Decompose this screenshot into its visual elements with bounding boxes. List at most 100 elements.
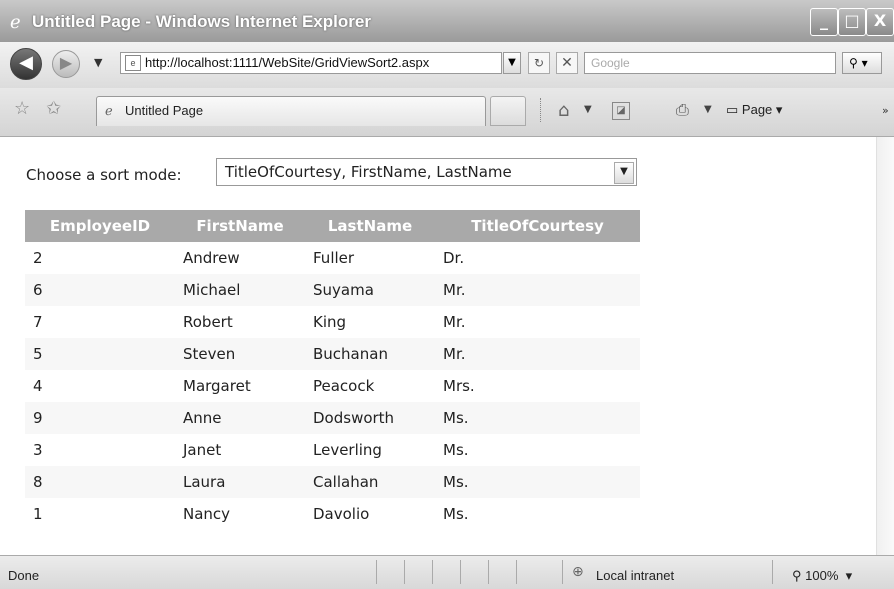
cell-titleofcourtesy: Ms. [443,505,469,523]
toolbar-overflow-icon[interactable]: » [882,104,889,117]
cell-titleofcourtesy: Ms. [435,466,640,498]
home-icon[interactable]: ⌂ [558,100,569,121]
page-menu[interactable]: ▭ Page ▾ [726,102,782,118]
chevron-down-icon[interactable]: ▼ [614,162,634,184]
zoom-icon: ⚲ [792,568,802,583]
cell-firstname: Anne [175,402,305,434]
tab-label: Untitled Page [125,103,204,118]
cell-employeeid: 5 [25,338,175,370]
refresh-button[interactable]: ↻ [528,52,550,74]
page-icon: e [125,55,141,71]
cell-titleofcourtesy: Dr. [443,249,465,267]
sort-mode-select[interactable]: TitleOfCourtesy, FirstName, LastName ▼ [216,158,637,186]
status-divider [488,560,489,584]
column-header-lastname[interactable]: LastName [305,210,435,242]
new-tab-button[interactable] [490,96,526,126]
status-divider [404,560,405,584]
table-row: 3 Janet Leverling Ms. [25,434,640,466]
forward-button[interactable]: ▶ [52,50,80,78]
column-header-titleofcourtesy[interactable]: TitleOfCourtesy [435,210,640,242]
status-text: Done [8,568,40,583]
status-divider [376,560,377,584]
cell-titleofcourtesy: Mr. [435,274,640,306]
cell-lastname: Leverling [313,441,382,459]
cell-firstname: Nancy [183,505,231,523]
cell-titleofcourtesy: Mr. [435,338,640,370]
intranet-zone-icon: ⊕ [572,564,584,580]
table-row: 9 Anne Dodsworth Ms. [25,402,640,434]
cell-firstname: Michael [175,274,305,306]
cell-firstname: Janet [183,441,222,459]
cell-employeeid: 6 [25,274,175,306]
column-header-employeeid[interactable]: EmployeeID [25,210,175,242]
cell-firstname: Steven [175,338,305,370]
cell-lastname: Davolio [313,505,370,523]
search-icon: ⚲ [849,56,858,70]
cell-firstname: Robert [183,313,233,331]
feeds-icon[interactable]: ◪ [612,102,630,120]
title-bar: ℯ Untitled Page - Windows Internet Explo… [0,0,894,42]
ie-page-icon: ℯ [105,103,113,118]
cell-employeeid: 1 [33,505,43,523]
toolbar-separator [540,98,543,122]
cell-lastname: Fuller [313,249,355,267]
sort-mode-label: Choose a sort mode: [26,166,182,184]
cell-employeeid: 3 [33,441,43,459]
sort-mode-value: TitleOfCourtesy, FirstName, LastName [225,163,512,181]
add-favorites-icon[interactable]: ✩ [46,98,61,119]
search-input[interactable]: Google [584,52,836,74]
table-row: 1 Nancy Davolio Ms. [25,498,640,530]
cell-lastname: Buchanan [305,338,435,370]
favorites-star-icon[interactable]: ☆ [14,98,30,119]
window-title: Untitled Page - Windows Internet Explore… [32,12,371,31]
minimize-button[interactable]: _ [810,8,838,36]
maximize-button[interactable]: □ [838,8,866,36]
print-icon[interactable]: ⎙ [676,100,689,120]
table-row: 5 Steven Buchanan Mr. [25,338,640,370]
cell-firstname: Andrew [183,249,240,267]
cell-lastname: Peacock [313,377,375,395]
status-bar [0,555,894,589]
search-button[interactable]: ⚲ ▾ [842,52,882,74]
cell-titleofcourtesy: Mr. [443,313,466,331]
cell-titleofcourtesy: Ms. [435,402,640,434]
cell-employeeid: 4 [33,377,43,395]
status-divider [460,560,461,584]
page-icon: ▭ [726,102,739,117]
back-button[interactable]: ◀ [10,48,42,80]
grid-header-row: EmployeeID FirstName LastName TitleOfCou… [25,210,640,242]
ie-logo-icon: ℯ [10,12,21,33]
cell-titleofcourtesy: Ms. [443,441,469,459]
cell-lastname: Suyama [305,274,435,306]
table-row: 7 Robert King Mr. [25,306,640,338]
tab-untitled-page[interactable]: ℯ Untitled Page [96,96,486,126]
recent-pages-dropdown[interactable]: ▼ [94,56,102,69]
status-divider [432,560,433,584]
page-menu-label: Page [741,102,773,117]
table-row: 4 Margaret Peacock Mrs. [25,370,640,402]
zoom-level: 100% [805,568,839,583]
print-dropdown[interactable]: ▼ [704,104,712,115]
stop-button[interactable]: ✕ [556,52,578,74]
table-row: 2 Andrew Fuller Dr. [25,242,640,274]
address-url: http://localhost:1111/WebSite/GridViewSo… [145,55,430,70]
cell-employeeid: 2 [33,249,43,267]
cell-lastname: King [313,313,347,331]
table-row: 8 Laura Callahan Ms. [25,466,640,498]
cell-firstname: Laura [175,466,305,498]
column-header-firstname[interactable]: FirstName [175,210,305,242]
table-row: 6 Michael Suyama Mr. [25,274,640,306]
cell-lastname: Callahan [305,466,435,498]
address-dropdown[interactable]: ▼ [503,52,521,74]
address-input[interactable]: e http://localhost:1111/WebSite/GridView… [120,52,502,74]
cell-firstname: Margaret [183,377,251,395]
close-button[interactable]: X [866,8,894,36]
vertical-scrollbar[interactable] [876,137,894,555]
cell-employeeid: 7 [33,313,43,331]
status-divider [562,560,563,584]
home-dropdown[interactable]: ▼ [584,104,592,115]
status-divider [772,560,773,584]
status-divider [516,560,517,584]
zoom-control[interactable]: ⚲ 100% ▾ [792,568,852,584]
security-zone-label[interactable]: Local intranet [596,568,674,583]
